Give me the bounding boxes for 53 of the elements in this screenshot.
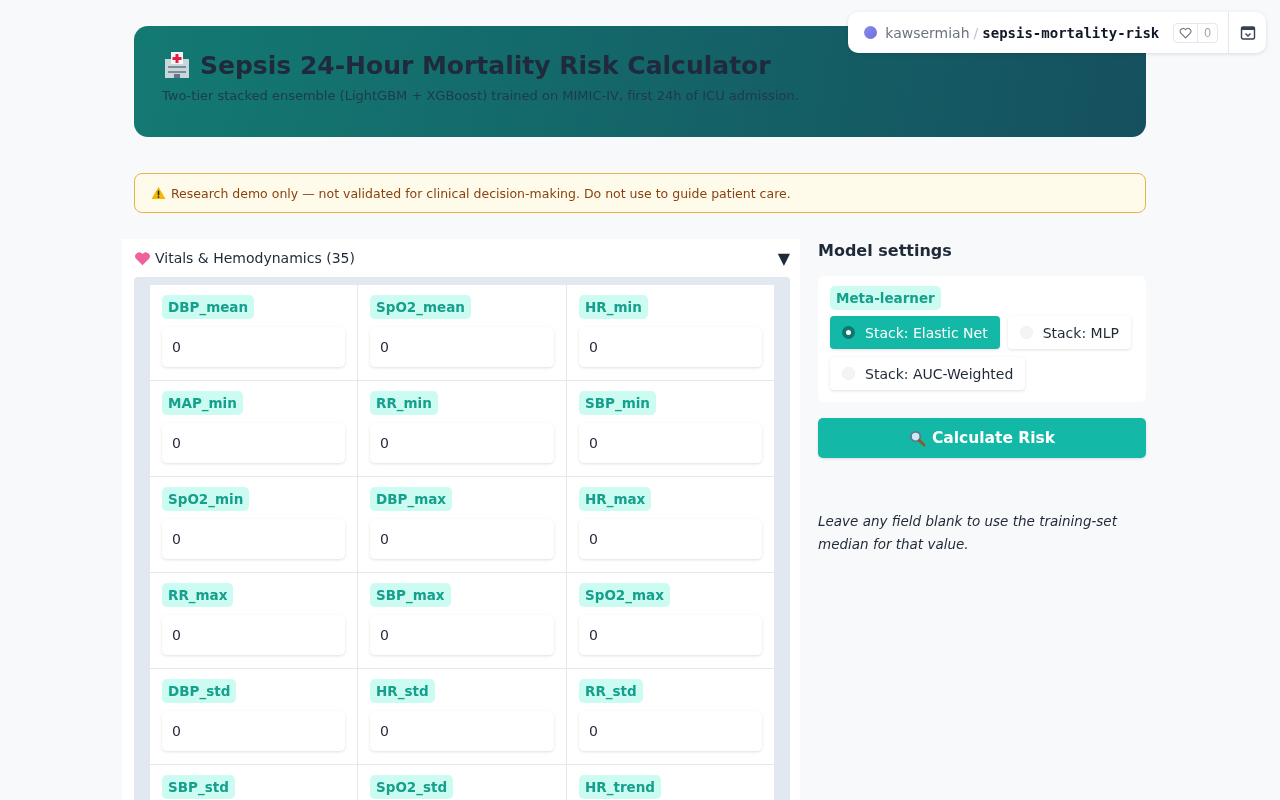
radio-option[interactable]: Stack: MLP (1007, 316, 1131, 349)
number-field[interactable]: 0 (579, 615, 762, 655)
heart-icon (134, 250, 151, 266)
path-separator: / (973, 24, 979, 41)
field-label: SBP_min (579, 391, 656, 415)
field-label: DBP_mean (162, 295, 255, 319)
settings-title: Model settings (818, 241, 953, 260)
field-label: SpO2_mean (370, 295, 471, 319)
number-field[interactable]: 0 (370, 519, 554, 559)
field-label: SBP_std (162, 775, 235, 799)
number-field[interactable]: 0 (162, 327, 345, 367)
collapse-toggle[interactable]: ▼ (777, 248, 790, 268)
field-label: SpO2_min (162, 487, 250, 511)
section-title: Vitals & Hemodynamics (35) (155, 250, 355, 266)
warning-text: Research demo only — not validated for clinical decision-making. Do not use to guide patient care. (171, 185, 791, 201)
warning-icon (151, 186, 166, 200)
accordion-header[interactable]: Vitals & Hemodynamics (35) ▼ (134, 239, 790, 277)
field-label: SpO2_std (370, 775, 454, 799)
number-field[interactable]: 0 (162, 519, 345, 559)
search-icon (908, 429, 926, 447)
group-label: Meta-learner (830, 286, 941, 310)
avatar-icon (864, 26, 878, 39)
radio-option[interactable]: Stack: AUC-Weighted (830, 357, 1026, 390)
field-label: RR_min (370, 391, 438, 415)
repo-name[interactable]: sepsis-mortality-risk (982, 24, 1160, 41)
number-field[interactable]: 0 (162, 423, 345, 463)
radio-icon (842, 326, 855, 339)
field-label: SpO2_max (579, 583, 670, 607)
field-label: DBP_std (162, 679, 237, 703)
field-label: MAP_min (162, 391, 243, 415)
number-field[interactable]: 0 (370, 423, 554, 463)
number-field[interactable]: 0 (579, 711, 762, 751)
field-label: HR_min (579, 295, 648, 319)
window-icon (1239, 24, 1256, 41)
field-label: DBP_max (370, 487, 453, 511)
page-title: Sepsis 24-Hour Mortality Risk Calculator (200, 50, 771, 80)
field-label: RR_std (579, 679, 643, 703)
field-label: HR_std (370, 679, 435, 703)
owner-name[interactable]: kawsermiah (885, 24, 970, 41)
number-field[interactable]: 0 (162, 711, 345, 751)
number-field[interactable]: 0 (579, 423, 762, 463)
number-field[interactable]: 0 (579, 519, 762, 559)
field-label: RR_max (162, 583, 234, 607)
field-label: HR_trend (579, 775, 661, 799)
hospital-icon (162, 50, 192, 80)
field-label: SBP_max (370, 583, 451, 607)
number-field[interactable]: 0 (370, 615, 554, 655)
field-label: HR_max (579, 487, 652, 511)
number-field[interactable]: 0 (162, 615, 345, 655)
help-note: Leave any field blank to use the training-set median for that value. (818, 512, 1119, 554)
number-field[interactable]: 0 (579, 327, 762, 367)
number-field[interactable]: 0 (370, 711, 554, 751)
number-field[interactable]: 0 (370, 327, 554, 367)
